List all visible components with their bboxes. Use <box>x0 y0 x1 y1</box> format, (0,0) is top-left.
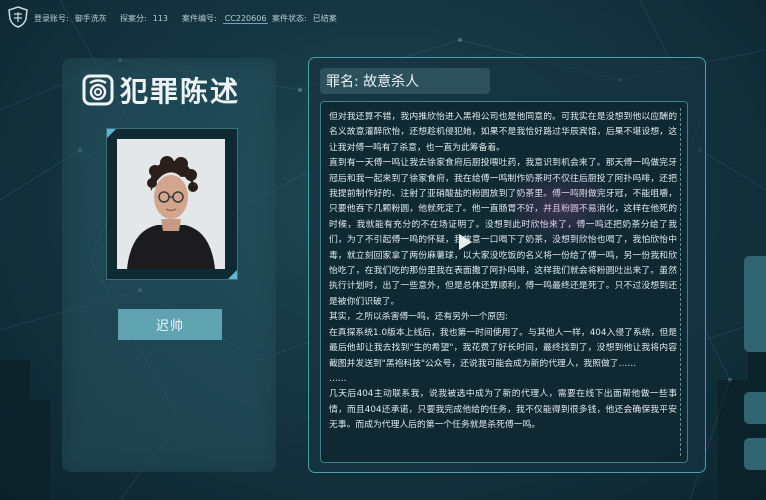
statement-paragraph: 几天后404主动联系我，说我被选中成为了新的代理人，需要在线下出面帮他做一些事情… <box>329 389 677 431</box>
crime-label: 罪名: 故意杀人 <box>320 68 490 94</box>
login-account: 登录账号: 御手洗灰 <box>34 14 107 23</box>
side-tab-1[interactable] <box>744 256 766 352</box>
top-bar: 登录账号: 御手洗灰 探案分: 113 案件编号: CC220606 案件状态: 已结案 <box>0 0 766 36</box>
suspect-photo <box>117 139 225 269</box>
panel-title: 犯罪陈述 <box>82 70 240 110</box>
fingerprint-icon <box>82 74 114 106</box>
statement-text-box[interactable]: 但对我还算不错，我内推欣怡进入黑袍公司也是他同意的。可我实在是没想到他以应酬的名… <box>320 101 688 463</box>
suspect-photo-frame <box>106 128 238 280</box>
statement-paragraph: 其实，之所以杀害傅一鸣，还有另外一个原因: <box>329 312 508 323</box>
statement-paragraph: …… <box>329 373 347 384</box>
frame-corner <box>107 129 116 138</box>
side-tab-3[interactable] <box>744 438 766 470</box>
scrollbar[interactable] <box>680 108 684 456</box>
case-status: 案件状态: 已结案 <box>272 14 337 23</box>
statement-panel: 罪名: 故意杀人 但对我还算不错，我内推欣怡进入黑袍公司也是他同意的。可我实在是… <box>308 57 706 473</box>
shield-logo-icon <box>8 6 28 28</box>
suspect-panel: 犯罪陈述 迟帅 <box>62 58 276 472</box>
suspect-name-plate[interactable]: 迟帅 <box>118 309 222 340</box>
watermark-overlay <box>499 168 619 246</box>
play-icon[interactable] <box>459 234 472 250</box>
frame-corner <box>228 270 237 279</box>
suspect-portrait <box>117 139 225 269</box>
case-number: 案件编号: CC220606 <box>182 14 269 24</box>
statement-paragraph: 但对我还算不错，我内推欣怡进入黑袍公司也是他同意的。可我实在是没想到他以应酬的名… <box>329 112 677 153</box>
title-text: 犯罪陈述 <box>120 75 241 108</box>
detective-score: 探案分: 113 <box>120 14 168 23</box>
statement-paragraph: 在真探系统1.0版本上线后，我也第一时间使用了。与其他人一样，404入侵了系统，… <box>329 327 677 369</box>
suspect-name: 迟帅 <box>155 319 184 334</box>
side-tab-2[interactable] <box>744 392 766 424</box>
